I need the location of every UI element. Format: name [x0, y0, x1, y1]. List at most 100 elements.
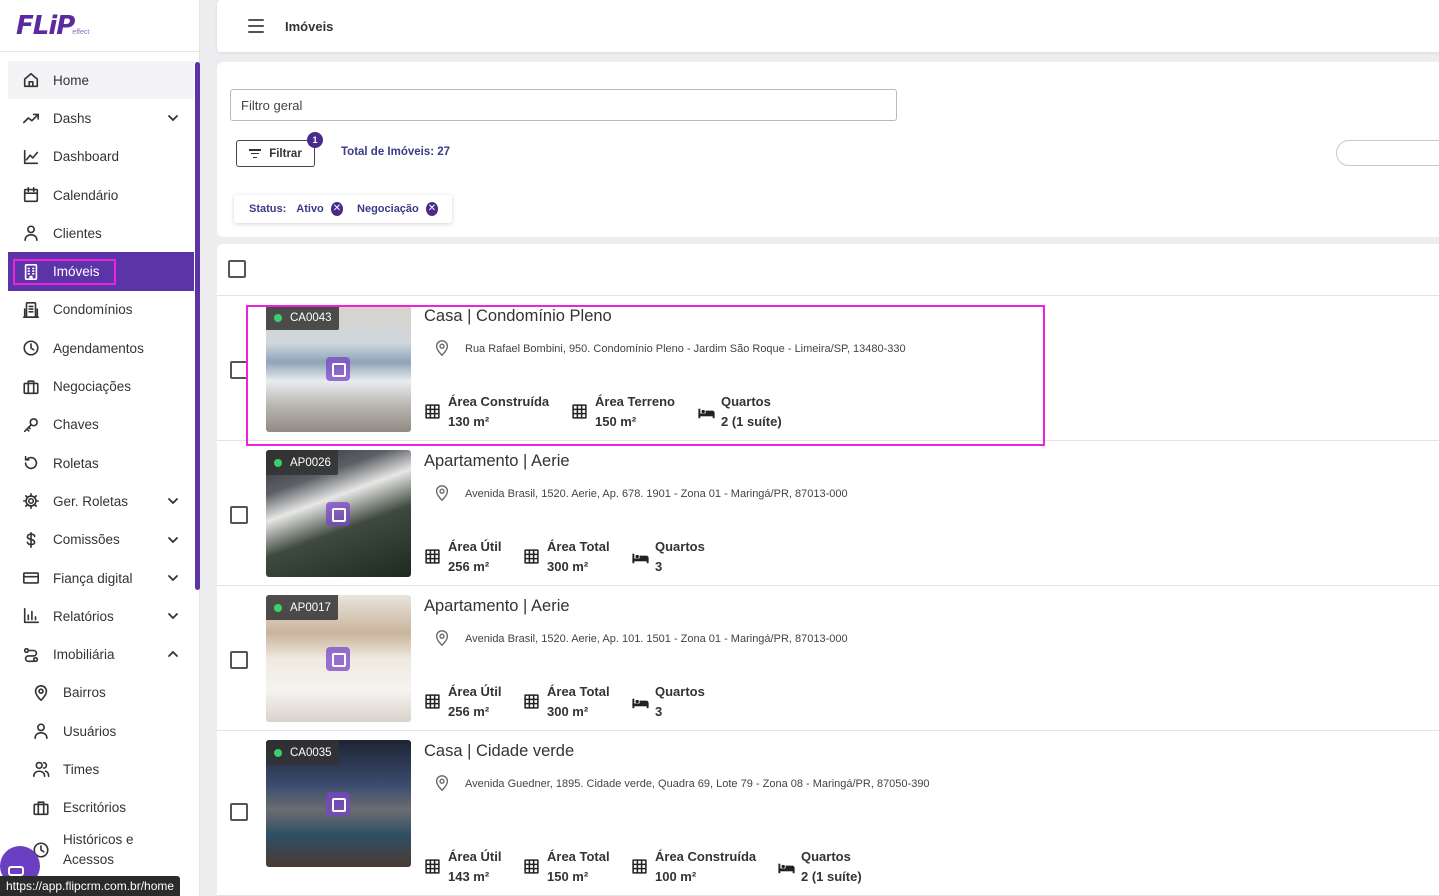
- stat-label: Quartos: [655, 539, 705, 554]
- sidebar-item-clientes[interactable]: Clientes: [8, 214, 194, 252]
- top-bar: Imóveis: [217, 0, 1439, 52]
- chevron-up-icon[interactable]: [166, 647, 180, 661]
- sidebar-item-label: Chaves: [53, 417, 99, 433]
- property-code: AP0026: [290, 456, 331, 469]
- apartment-icon: [21, 300, 41, 320]
- row-checkbox[interactable]: [230, 651, 248, 669]
- sidebar-item-dashboard[interactable]: Dashboard: [8, 138, 194, 176]
- property-code-tag: CA0043: [266, 305, 339, 330]
- active-item-highlight: [13, 259, 116, 285]
- property-photo[interactable]: AP0017: [266, 595, 411, 722]
- sidebar-item-agendamentos[interactable]: Agendamentos: [8, 329, 194, 367]
- property-photo[interactable]: CA0043: [266, 305, 411, 432]
- stat-value: 300 m²: [547, 704, 589, 719]
- bed-icon: [631, 693, 649, 711]
- stat-label: Área Útil: [448, 849, 502, 864]
- select-all-checkbox[interactable]: [228, 260, 246, 278]
- sidebar-item-condominios[interactable]: Condomínios: [8, 291, 194, 329]
- stat-value: 2 (1 suíte): [721, 414, 782, 429]
- property-code: CA0043: [290, 311, 332, 324]
- status-filter-chip: Status: Ativo ✕ Negociação ✕: [234, 195, 452, 223]
- chip-label: Status:: [249, 203, 287, 215]
- sidebar-item-ger-roletas[interactable]: Ger. Roletas: [8, 482, 194, 520]
- sidebar-item-imobiliaria[interactable]: Imobiliária: [8, 635, 194, 673]
- sidebar-scrollbar[interactable]: [195, 62, 200, 590]
- sidebar-item-label: Home: [53, 72, 90, 88]
- users-icon: [31, 759, 51, 779]
- chip-value-negociacao: Negociação: [357, 203, 419, 215]
- sidebar-nav: Home Dashs Dashboard Calendário Clientes Imóv…: [8, 61, 194, 873]
- grid-icon: [424, 693, 442, 711]
- stat-label: Quartos: [655, 684, 705, 699]
- chevron-down-icon[interactable]: [166, 494, 180, 508]
- stat-value: 150 m²: [547, 869, 589, 884]
- stat-value: 256 m²: [448, 704, 490, 719]
- property-title[interactable]: Casa | Cidade verde: [424, 742, 574, 761]
- chevron-down-icon[interactable]: [166, 533, 180, 547]
- sidebar-item-label: Históricos e Acessos: [63, 831, 134, 867]
- key-icon: [21, 415, 41, 435]
- row-checkbox[interactable]: [230, 361, 248, 379]
- property-code-tag: AP0026: [266, 450, 338, 475]
- chip-value-ativo: Ativo: [296, 203, 324, 215]
- property-row[interactable]: CA0035 Casa | Cidade verde Avenida Guedner…: [217, 731, 1439, 896]
- stat-value: 3: [655, 559, 663, 574]
- property-photo[interactable]: CA0035: [266, 740, 411, 867]
- remove-negociacao-icon[interactable]: ✕: [425, 202, 438, 216]
- property-title[interactable]: Casa | Condomínio Pleno: [424, 307, 612, 326]
- chevron-down-icon[interactable]: [166, 111, 180, 125]
- sidebar-item-label: Dashboard: [53, 149, 120, 165]
- sidebar-item-escritorios[interactable]: Escritórios: [8, 789, 194, 827]
- row-checkbox[interactable]: [230, 506, 248, 524]
- stat-label: Área Terreno: [595, 394, 675, 409]
- sidebar-item-dashs[interactable]: Dashs: [8, 99, 194, 137]
- row-checkbox[interactable]: [230, 803, 248, 821]
- property-list: CA0043 Casa | Condomínio Pleno Rua Rafael …: [217, 244, 1439, 896]
- property-title[interactable]: Apartamento | Aerie: [424, 452, 570, 471]
- grid-icon: [523, 548, 541, 566]
- toggle-control[interactable]: [1336, 140, 1439, 166]
- filter-button-label: Filtrar: [269, 147, 302, 160]
- general-filter-input[interactable]: [230, 89, 897, 121]
- sidebar-item-comissoes[interactable]: Comissões: [8, 521, 194, 559]
- property-row[interactable]: CA0043 Casa | Condomínio Pleno Rua Rafael …: [217, 296, 1439, 441]
- hamburger-menu-icon[interactable]: [248, 19, 264, 33]
- sidebar-item-home[interactable]: Home: [8, 61, 194, 100]
- stat-label: Área Total: [547, 849, 610, 864]
- sidebar-item-usuarios[interactable]: Usuários: [8, 712, 194, 750]
- total-properties: Total de Imóveis: 27: [341, 146, 451, 158]
- property-row[interactable]: AP0026 Apartamento | Aerie Avenida Brasil,…: [217, 441, 1439, 586]
- sidebar-item-label: Calendário: [53, 187, 119, 203]
- sidebar-item-bairros[interactable]: Bairros: [8, 674, 194, 712]
- stat-label: Quartos: [721, 394, 771, 409]
- dollar-icon: [21, 530, 41, 550]
- remove-ativo-icon[interactable]: ✕: [330, 202, 344, 216]
- sidebar-item-relatorios[interactable]: Relatórios: [8, 597, 194, 635]
- flip-watermark-icon: [326, 647, 350, 671]
- property-title[interactable]: Apartamento | Aerie: [424, 597, 570, 616]
- property-address: Avenida Brasil, 1520. Aerie, Ap. 678. 19…: [465, 488, 848, 500]
- chevron-down-icon[interactable]: [166, 571, 180, 585]
- stat-value: 143 m²: [448, 869, 490, 884]
- sidebar-item-roletas[interactable]: Roletas: [8, 444, 194, 482]
- sidebar-item-negociacoes[interactable]: Negociações: [8, 367, 194, 405]
- property-row[interactable]: AP0017 Apartamento | Aerie Avenida Brasil,…: [217, 586, 1439, 731]
- sidebar-item-label: Fiança digital: [53, 570, 133, 586]
- stat-value: 130 m²: [448, 414, 490, 429]
- status-url: https://app.flipcrm.com.br/home: [0, 876, 181, 896]
- property-address: Avenida Guedner, 1895. Cidade verde, Qua…: [465, 778, 930, 790]
- filter-icon: [249, 149, 262, 158]
- sidebar-item-chaves[interactable]: Chaves: [8, 406, 194, 444]
- logo[interactable]: FLiP effect: [0, 0, 199, 52]
- stat-value: 100 m²: [655, 869, 697, 884]
- trending-up-icon: [21, 108, 41, 128]
- status-dot-icon: [274, 603, 282, 612]
- property-photo[interactable]: AP0026: [266, 450, 411, 577]
- chevron-down-icon[interactable]: [166, 609, 180, 623]
- sidebar-item-calendario[interactable]: Calendário: [8, 176, 194, 214]
- sidebar-item-times[interactable]: Times: [8, 750, 194, 788]
- grid-icon: [523, 693, 541, 711]
- sidebar-item-label: Agendamentos: [53, 340, 144, 356]
- sidebar-item-fianca-digital[interactable]: Fiança digital: [8, 559, 194, 597]
- filter-button[interactable]: Filtrar: [236, 140, 315, 167]
